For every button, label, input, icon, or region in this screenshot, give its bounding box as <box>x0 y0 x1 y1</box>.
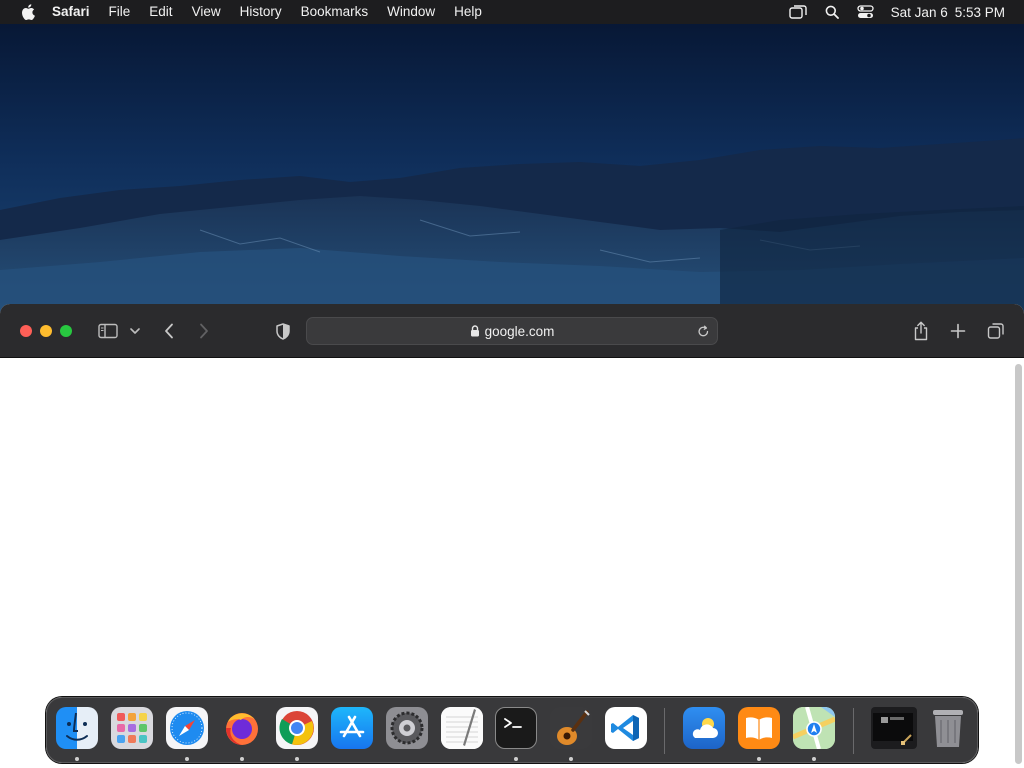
dock-separator <box>664 708 665 754</box>
garageband-running-dot <box>569 757 573 761</box>
menu-history[interactable]: History <box>240 0 282 24</box>
textedit-icon[interactable] <box>441 707 483 749</box>
clock-time: 5:53 PM <box>954 4 1005 20</box>
dock-separator-2 <box>853 708 854 754</box>
address-bar[interactable]: google.com <box>306 317 718 345</box>
chrome-icon[interactable] <box>276 707 318 749</box>
mountain-wallpaper-image <box>0 0 1024 320</box>
menu-view[interactable]: View <box>192 0 221 24</box>
forward-icon[interactable] <box>192 319 216 343</box>
zoom-window-button[interactable] <box>60 325 72 337</box>
terminal-icon[interactable] <box>495 707 537 749</box>
menu-window[interactable]: Window <box>387 0 435 24</box>
menu-edit[interactable]: Edit <box>149 0 172 24</box>
screen-mirroring-icon[interactable] <box>787 0 809 24</box>
privacy-shield-icon[interactable] <box>271 319 295 343</box>
spotlight-search-icon[interactable] <box>821 0 843 24</box>
lock-icon <box>470 325 480 337</box>
trash-icon[interactable] <box>927 707 969 749</box>
vertical-scrollbar[interactable] <box>1015 364 1022 764</box>
books-icon[interactable] <box>738 707 780 749</box>
clock-date: Sat Jan 6 <box>890 4 948 20</box>
menu-bar: Safari File Edit View History Bookmarks … <box>0 0 1024 24</box>
weather-icon[interactable] <box>683 707 725 749</box>
tab-group-chevron-icon[interactable] <box>124 319 146 343</box>
menu-app-name[interactable]: Safari <box>52 0 90 24</box>
vscode-icon[interactable] <box>605 707 647 749</box>
system-settings-icon[interactable] <box>386 707 428 749</box>
menu-help[interactable]: Help <box>454 0 482 24</box>
address-url: google.com <box>484 323 555 339</box>
terminal-running-dot <box>514 757 518 761</box>
apple-menu-icon[interactable] <box>18 0 38 24</box>
safari-running-dot <box>185 757 189 761</box>
minimize-window-button[interactable] <box>40 325 52 337</box>
new-tab-icon[interactable] <box>946 319 970 343</box>
menu-file[interactable]: File <box>109 0 131 24</box>
safari-toolbar: google.com <box>0 304 1024 358</box>
reload-icon[interactable] <box>695 323 711 339</box>
dock <box>46 697 978 763</box>
finder-running-dot <box>75 757 79 761</box>
screenshot-stack-icon[interactable] <box>871 707 917 749</box>
control-center-icon[interactable] <box>855 0 877 24</box>
back-icon[interactable] <box>157 319 181 343</box>
menu-bookmarks[interactable]: Bookmarks <box>301 0 369 24</box>
menu-clock[interactable]: Sat Jan 6 5:53 PM <box>891 5 1005 20</box>
maps-running-dot <box>812 757 816 761</box>
firefox-icon[interactable] <box>221 707 263 749</box>
chrome-running-dot <box>295 757 299 761</box>
share-icon[interactable] <box>909 319 933 343</box>
close-window-button[interactable] <box>20 325 32 337</box>
books-running-dot <box>757 757 761 761</box>
tab-overview-icon[interactable] <box>984 319 1008 343</box>
garageband-icon[interactable] <box>550 707 592 749</box>
launchpad-icon[interactable] <box>111 707 153 749</box>
safari-app-icon[interactable] <box>166 707 208 749</box>
sidebar-icon[interactable] <box>96 319 120 343</box>
maps-icon[interactable] <box>793 707 835 749</box>
firefox-running-dot <box>240 757 244 761</box>
finder-icon[interactable] <box>56 707 98 749</box>
app-store-icon[interactable] <box>331 707 373 749</box>
